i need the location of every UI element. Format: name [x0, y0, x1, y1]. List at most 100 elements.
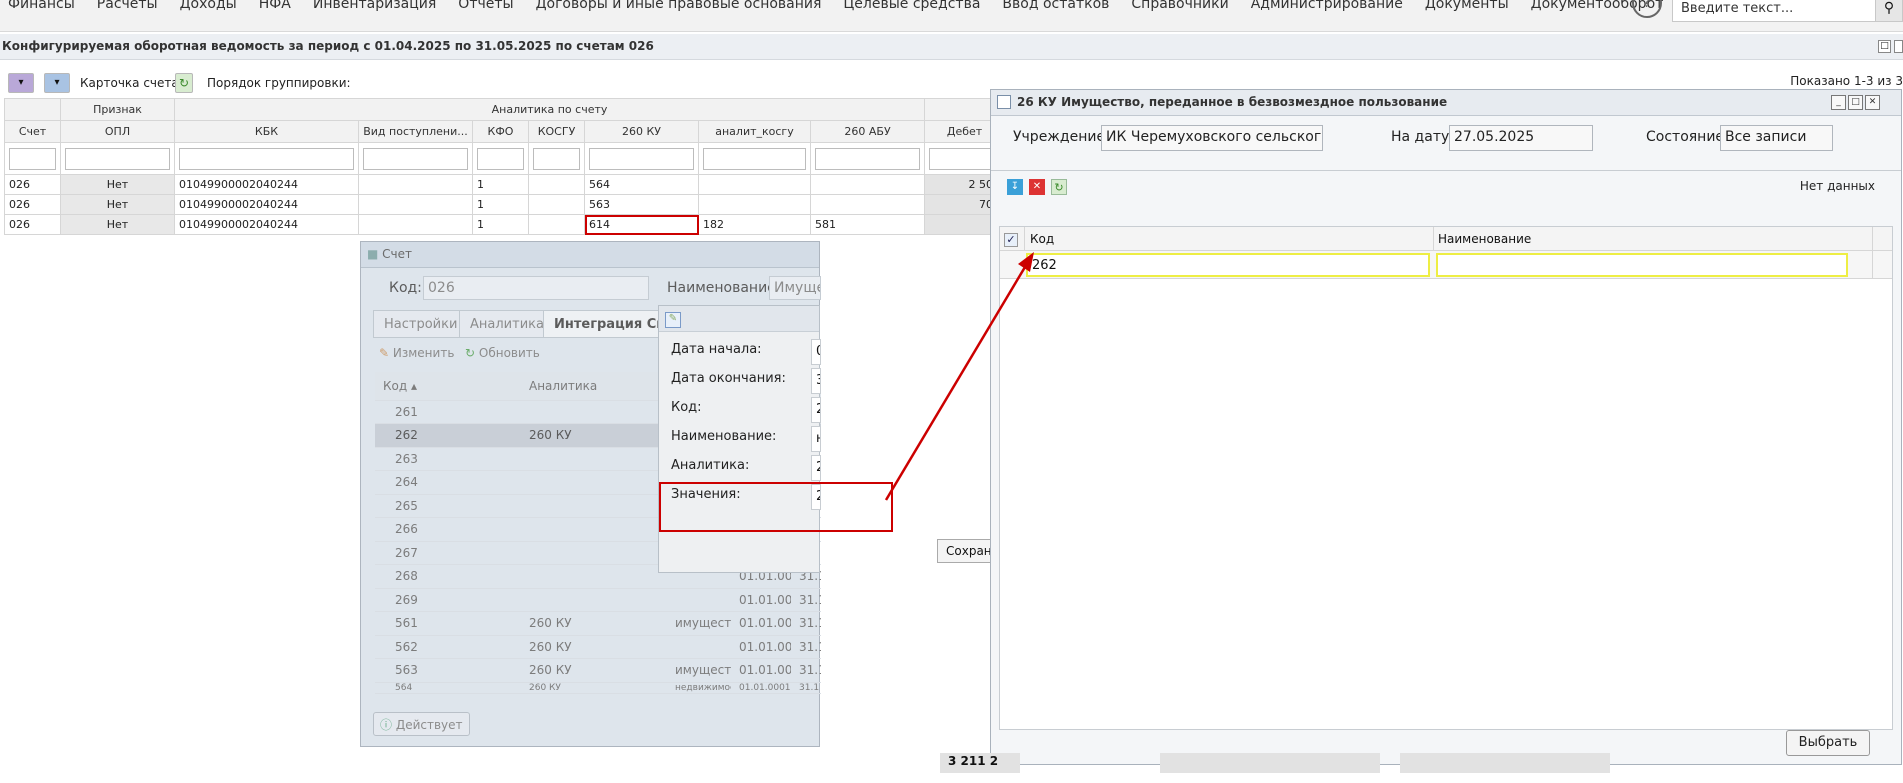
start-date-label: Дата начала:	[671, 342, 762, 357]
code-field[interactable]: 026	[423, 276, 649, 300]
table-row[interactable]: 026 Нет 01049900002040244 1 563 704	[4, 194, 1006, 215]
menu-item[interactable]: Ввод остатков	[1002, 0, 1109, 12]
col-header[interactable]: 260 КУ	[584, 120, 699, 143]
download-icon[interactable]: ↧	[1007, 179, 1023, 195]
print-menu-icon[interactable]: ▾	[44, 73, 70, 93]
divider	[1872, 227, 1873, 279]
tab-integration[interactable]: Интеграция Сво	[543, 310, 663, 338]
help-icon[interactable]: ?	[1632, 0, 1662, 18]
col-header[interactable]: 260 АБУ	[809, 120, 926, 143]
header-analytics: Аналитика по счету	[173, 98, 926, 121]
col-header[interactable]: ОПЛ	[60, 120, 175, 143]
refresh-icon[interactable]: ↻	[1051, 179, 1067, 195]
highlighted-ku-cell[interactable]: 614	[584, 214, 699, 235]
minimize-icon[interactable]: _	[1831, 95, 1846, 110]
close-icon[interactable]	[1894, 40, 1903, 53]
status-button[interactable]: ⓘ Действует	[373, 712, 470, 736]
col-header-code[interactable]: Код	[1030, 232, 1054, 246]
code-filter-input[interactable]: 262	[1026, 253, 1430, 277]
filter-input[interactable]	[65, 147, 170, 170]
name-field[interactable]: недвижимое имущество	[811, 426, 821, 452]
tab-settings[interactable]: Настройки	[373, 310, 469, 338]
cell: 026	[4, 174, 61, 195]
main-menu-bar: Финансы Расчеты Доходы НФА Инвентаризация Отч…	[0, 0, 1903, 32]
col-header[interactable]: Вид поступлени...	[358, 120, 473, 143]
col-header[interactable]: КФО	[472, 120, 529, 143]
menu-item[interactable]: Доходы	[180, 0, 237, 12]
search-input[interactable]: Введите текст...	[1672, 0, 1876, 22]
col-header-name[interactable]: Наименование	[1438, 232, 1531, 246]
save-button[interactable]: Сохран	[937, 539, 997, 563]
edit-button[interactable]: ✎ Изменить	[379, 346, 454, 360]
end-date-field[interactable]: 31.12.2018	[811, 368, 821, 394]
cell	[698, 194, 811, 215]
maximize-icon[interactable]: □	[1848, 95, 1863, 110]
end-date-label: Дата окончания:	[671, 371, 786, 386]
table-row[interactable]: 561260 КУимущество переданн...01.01.0001…	[375, 611, 821, 636]
name-filter-input[interactable]	[1436, 253, 1848, 277]
menu-item[interactable]: Финансы	[8, 0, 75, 12]
start-date-field[interactable]: 01.01.0001	[811, 339, 821, 365]
cell	[809, 174, 926, 195]
institution-label: Учреждение:	[1013, 129, 1110, 145]
table-row[interactable]: 563260 КУимущество переданн...01.01.0001…	[375, 658, 821, 683]
table-row[interactable]: 026 Нет 01049900002040244 1 614 182 581	[4, 214, 1006, 235]
institution-field[interactable]: ИК Черемуховского сельского пос	[1101, 125, 1323, 151]
cell: 1	[472, 194, 529, 215]
menu-item[interactable]: Договоры и иные правовые основания	[536, 0, 822, 12]
analytics-field[interactable]: 260 КУ	[811, 455, 821, 481]
close-icon[interactable]: ✕	[1865, 95, 1880, 110]
col-header[interactable]: КБК	[174, 120, 359, 143]
col-header[interactable]: аналит_косгу	[698, 120, 811, 143]
filter-input[interactable]	[477, 147, 524, 170]
tab-analytics[interactable]: Аналитика	[459, 310, 555, 338]
report-title-bar: Конфигурируемая оборотная ведомость за п…	[0, 34, 1903, 60]
delete-icon[interactable]: ✕	[1029, 179, 1045, 195]
menu-item[interactable]: Отчеты	[458, 0, 513, 12]
filter-cell	[528, 142, 585, 175]
filter-input[interactable]	[703, 147, 806, 170]
filter-input[interactable]	[179, 147, 354, 170]
refresh-icon[interactable]: ↻	[175, 73, 193, 93]
restore-icon[interactable]: □	[1878, 40, 1891, 53]
table-row[interactable]: 564260 КУнедвижимое (пе...01.01.000131.1	[375, 682, 821, 694]
name-label: Наименование:	[667, 280, 781, 296]
menu-item[interactable]: Инвентаризация	[313, 0, 436, 12]
filter-input[interactable]	[9, 147, 56, 170]
menu-item[interactable]: Расчеты	[97, 0, 158, 12]
refresh-button[interactable]: ↻ Обновить	[465, 346, 540, 360]
col-header[interactable]: КОСГУ	[528, 120, 585, 143]
filter-input[interactable]	[363, 147, 468, 170]
grouping-order-label: Порядок группировки:	[207, 76, 351, 90]
cell: 1	[472, 214, 529, 235]
select-all-checkbox[interactable]: ✓	[1004, 233, 1018, 247]
filter-input[interactable]	[589, 147, 694, 170]
state-field[interactable]: Все записи	[1720, 125, 1833, 151]
filter-input[interactable]	[815, 147, 921, 170]
menu-item[interactable]: Целевые средства	[843, 0, 980, 12]
col-header[interactable]: Счет	[4, 120, 61, 143]
col-header-code[interactable]: Код ▴	[375, 372, 521, 401]
code-field[interactable]: 262	[811, 397, 821, 423]
name-field[interactable]: Имущество, переданное в безвозмездное	[769, 276, 821, 300]
search-icon[interactable]: ⚲	[1875, 0, 1903, 22]
cell	[358, 214, 473, 235]
filter-input[interactable]	[533, 147, 580, 170]
menu-item[interactable]: Справочники	[1131, 0, 1228, 12]
table-row[interactable]: 26901.01.000131.1	[375, 588, 821, 612]
date-field[interactable]: 27.05.2025	[1449, 125, 1593, 151]
cell: 01049900002040244	[174, 194, 359, 215]
cell: 563	[584, 194, 699, 215]
cell	[528, 174, 585, 195]
account-card-button[interactable]: Карточка счета	[80, 76, 179, 90]
menu-item[interactable]: Документы	[1425, 0, 1509, 12]
table-row[interactable]: 562260 КУ01.01.000131.1	[375, 635, 821, 659]
table-row[interactable]: 026 Нет 01049900002040244 1 564 2 507	[4, 174, 1006, 195]
col-header-analytics[interactable]: Аналитика	[521, 372, 667, 401]
total-cell	[1400, 753, 1610, 773]
menu-item[interactable]: Администрирование	[1251, 0, 1403, 12]
edit-dialog-header: ✎	[659, 306, 819, 332]
add-menu-icon[interactable]: ▾	[8, 73, 34, 93]
menu-item[interactable]: НФА	[259, 0, 291, 12]
ku-dialog-title: 26 КУ Имущество, переданное в безвозмезд…	[1017, 95, 1448, 109]
